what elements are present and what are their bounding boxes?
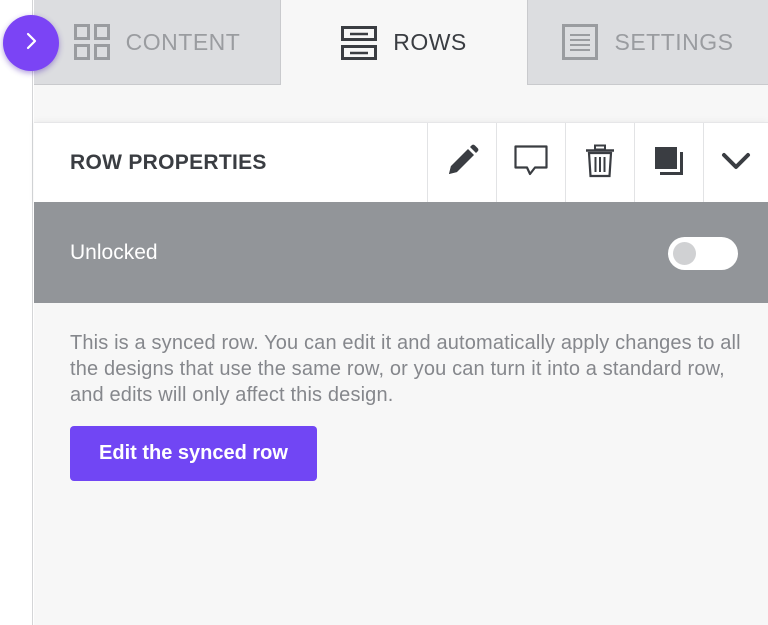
chevron-down-icon <box>721 151 751 176</box>
toggle-knob <box>673 242 696 265</box>
grid-icon <box>73 24 110 60</box>
synced-row-description: This is a synced row. You can edit it an… <box>70 332 741 406</box>
lock-status-bar: Unlocked <box>34 202 768 303</box>
pencil-icon <box>445 144 479 183</box>
tab-content-label: CONTENT <box>125 28 241 55</box>
toggle-sidebar-button[interactable] <box>3 15 59 71</box>
collapse-button[interactable] <box>703 123 768 203</box>
duplicate-row-button[interactable] <box>634 123 703 203</box>
duplicate-icon <box>653 145 685 182</box>
side-panel <box>34 0 768 625</box>
edit-row-button[interactable] <box>427 123 496 203</box>
panel-tabs: CONTENT ROWS SETTINGS <box>34 0 768 85</box>
tab-settings[interactable]: SETTINGS <box>527 0 768 85</box>
settings-icon <box>562 24 599 60</box>
tab-settings-label: SETTINGS <box>614 28 734 55</box>
comment-button[interactable] <box>496 123 565 203</box>
edit-synced-row-button[interactable]: Edit the synced row <box>70 426 317 481</box>
lock-toggle[interactable] <box>668 237 738 270</box>
left-strip <box>0 0 33 625</box>
tab-rows[interactable]: ROWS <box>281 0 527 85</box>
tab-content[interactable]: CONTENT <box>34 0 281 85</box>
comment-icon <box>513 143 549 184</box>
chevron-right-icon <box>21 31 41 56</box>
trash-icon <box>584 144 616 183</box>
rows-icon <box>341 25 378 61</box>
delete-row-button[interactable] <box>565 123 634 203</box>
lock-status-label: Unlocked <box>70 241 158 264</box>
row-properties-header: ROW PROPERTIES <box>34 122 768 204</box>
row-properties-title: ROW PROPERTIES <box>70 151 267 174</box>
tab-rows-label: ROWS <box>393 29 467 55</box>
